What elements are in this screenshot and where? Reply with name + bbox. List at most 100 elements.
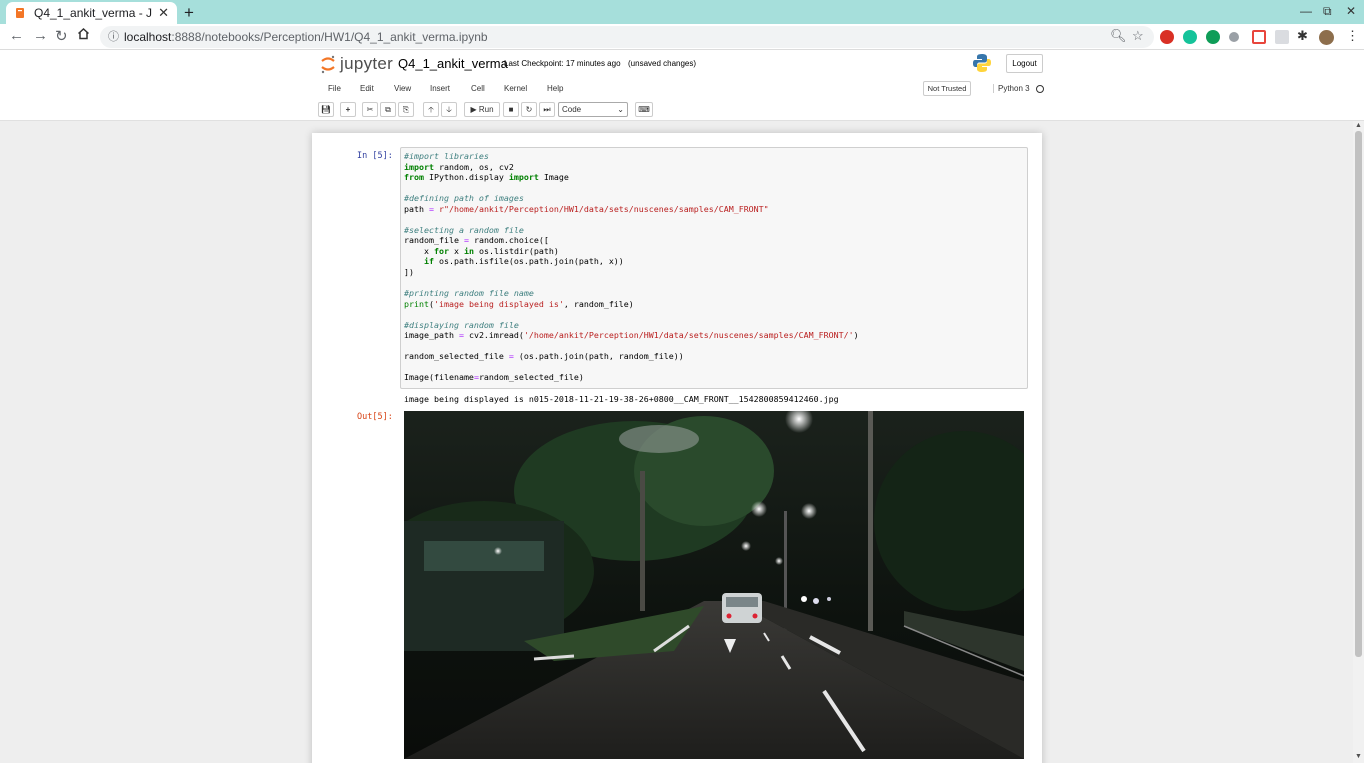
forward-icon[interactable]: →	[33, 27, 48, 44]
code-keyword: in	[463, 245, 474, 256]
fast-forward-icon[interactable]: ⏭	[539, 102, 555, 117]
browser-tab-bar: Q4_1_ankit_verma - Jupyt ✕ + — ⧉ ✕	[0, 0, 1364, 24]
insert-cell-icon[interactable]: +	[340, 102, 356, 117]
code-text: cv2.imread(	[463, 330, 524, 341]
code-editor[interactable]: #import libraries import random, os, cv2…	[404, 151, 1024, 383]
menu-help[interactable]: Help	[547, 84, 563, 93]
jupyter-logo-icon	[320, 54, 336, 74]
site-info-icon[interactable]: ⓘ	[108, 26, 119, 48]
code-text: , random_file)	[563, 298, 634, 309]
paste-icon[interactable]: ⎘	[398, 102, 414, 117]
close-tab-icon[interactable]: ✕	[158, 5, 169, 21]
move-up-icon[interactable]: 🡡	[423, 102, 439, 117]
keyboard-icon[interactable]: ⌨	[635, 102, 653, 117]
move-down-icon[interactable]: 🡣	[441, 102, 457, 117]
scroll-down-icon[interactable]: ▼	[1355, 753, 1362, 760]
tab-title: Q4_1_ankit_verma - Jupyt	[34, 6, 153, 20]
code-text: os.listdir(path)	[473, 245, 559, 256]
code-cell-input[interactable]: #import libraries import random, os, cv2…	[400, 147, 1028, 389]
code-comment: #selecting a random file	[404, 224, 524, 235]
code-text: )	[853, 330, 859, 341]
logout-button[interactable]: Logout	[1006, 54, 1043, 73]
input-prompt: In [5]:	[357, 151, 393, 161]
scrollbar-thumb[interactable]	[1355, 131, 1362, 657]
jupyter-header: jupyter Q4_1_ankit_verma Last Checkpoint…	[0, 50, 1364, 121]
interrupt-icon[interactable]: ■	[503, 102, 519, 117]
code-text: x	[404, 245, 434, 256]
save-icon[interactable]: 💾︎	[318, 102, 334, 117]
run-icon: ▶	[470, 105, 477, 114]
address-bar[interactable]: ⓘ localhost:8888/notebooks/Perception/HW…	[100, 26, 1154, 48]
grey-extension-icon[interactable]	[1229, 32, 1239, 42]
code-text: (os.path.join(path, random_file))	[513, 351, 684, 362]
code-comment: #printing random file name	[404, 288, 534, 299]
code-text: os.path.isfile(os.path.join(path, x))	[433, 256, 624, 267]
green-extension-icon[interactable]	[1206, 30, 1220, 44]
chrome-menu-icon[interactable]: ⋮	[1346, 28, 1360, 43]
code-string: 'image being displayed is'	[433, 298, 564, 309]
extensions-puzzle-icon[interactable]: ✱	[1297, 28, 1311, 43]
code-text: random, os, cv2	[433, 161, 514, 172]
run-button[interactable]: ▶ Run	[464, 102, 500, 117]
python-logo-icon	[972, 53, 992, 73]
scroll-up-icon[interactable]: ▲	[1355, 122, 1362, 129]
code-text: random_file	[404, 235, 464, 246]
jupyter-favicon-icon	[14, 7, 26, 19]
output-prompt: Out[5]:	[357, 412, 393, 422]
code-text: path	[404, 203, 429, 214]
code-text: ])	[404, 267, 414, 278]
notebook-name[interactable]: Q4_1_ankit_verma	[398, 56, 508, 71]
output-image	[404, 411, 1024, 759]
code-text: Image(filename	[404, 372, 474, 383]
copy-icon[interactable]: ⧉	[380, 102, 396, 117]
run-label: Run	[478, 105, 494, 114]
url-host: localhost	[124, 30, 172, 44]
page-scrollbar[interactable]: ▲ ▼	[1353, 121, 1364, 763]
code-comment: #defining path of images	[404, 193, 524, 204]
code-text: random_selected_file)	[478, 372, 584, 383]
code-keyword: from	[404, 172, 424, 183]
cell-type-select[interactable]: Code ⌄	[558, 102, 628, 117]
cut-icon[interactable]: ✂	[362, 102, 378, 117]
code-string: '/home/ankit/Perception/HW1/data/sets/nu…	[523, 330, 854, 341]
restore-icon[interactable]: ⧉	[1323, 4, 1332, 19]
chevron-down-icon: ⌄	[617, 105, 624, 114]
code-text: random_selected_file	[404, 351, 509, 362]
grammarly-extension-icon[interactable]	[1183, 30, 1197, 44]
code-keyword: for	[433, 245, 449, 256]
jupyter-logo-text: jupyter	[340, 54, 394, 73]
menu-view[interactable]: View	[394, 84, 411, 93]
menu-kernel[interactable]: Kernel	[504, 84, 527, 93]
menu-edit[interactable]: Edit	[360, 84, 374, 93]
kernel-idle-icon	[1036, 85, 1044, 93]
minimize-icon[interactable]: —	[1300, 4, 1312, 18]
menu-cell[interactable]: Cell	[471, 84, 485, 93]
menu-insert[interactable]: Insert	[430, 84, 450, 93]
reload-icon[interactable]: ↻	[55, 27, 68, 45]
browser-tab[interactable]: Q4_1_ankit_verma - Jupyt ✕	[6, 2, 177, 24]
home-icon[interactable]	[77, 27, 90, 44]
zoom-search-icon[interactable]: 🔍︎	[1110, 28, 1127, 44]
restart-icon[interactable]: ↻	[521, 102, 537, 117]
menu-file[interactable]: File	[328, 84, 341, 93]
code-text: Image	[538, 172, 569, 183]
not-trusted-button[interactable]: Not Trusted	[923, 81, 971, 96]
url-path: :8888/notebooks/Perception/HW1/Q4_1_anki…	[171, 30, 488, 44]
kernel-name[interactable]: Python 3	[993, 84, 1030, 93]
new-tab-button[interactable]: +	[184, 3, 194, 23]
cell-type-value: Code	[562, 105, 582, 114]
adblock-extension-icon[interactable]	[1160, 30, 1174, 44]
back-icon[interactable]: ←	[9, 27, 24, 44]
bookmark-star-icon[interactable]: ☆	[1132, 28, 1144, 44]
jupyter-logo[interactable]: jupyter	[320, 54, 393, 74]
screenshot-extension-icon[interactable]	[1252, 30, 1266, 44]
profile-avatar[interactable]	[1319, 30, 1334, 45]
code-text: image_path	[404, 330, 459, 341]
code-text: IPython.display	[423, 172, 509, 183]
checkpoint-status: Last Checkpoint: 17 minutes ago	[504, 59, 621, 68]
notebook-toolbar: 💾︎ + ✂ ⧉ ⎘ 🡡 🡣 ▶ Run ■ ↻ ⏭ Code ⌄ ⌨	[318, 102, 1058, 119]
code-text: x	[448, 245, 464, 256]
k-extension-icon[interactable]	[1275, 30, 1289, 44]
close-window-icon[interactable]: ✕	[1346, 4, 1356, 18]
unsaved-changes: (unsaved changes)	[628, 59, 697, 68]
